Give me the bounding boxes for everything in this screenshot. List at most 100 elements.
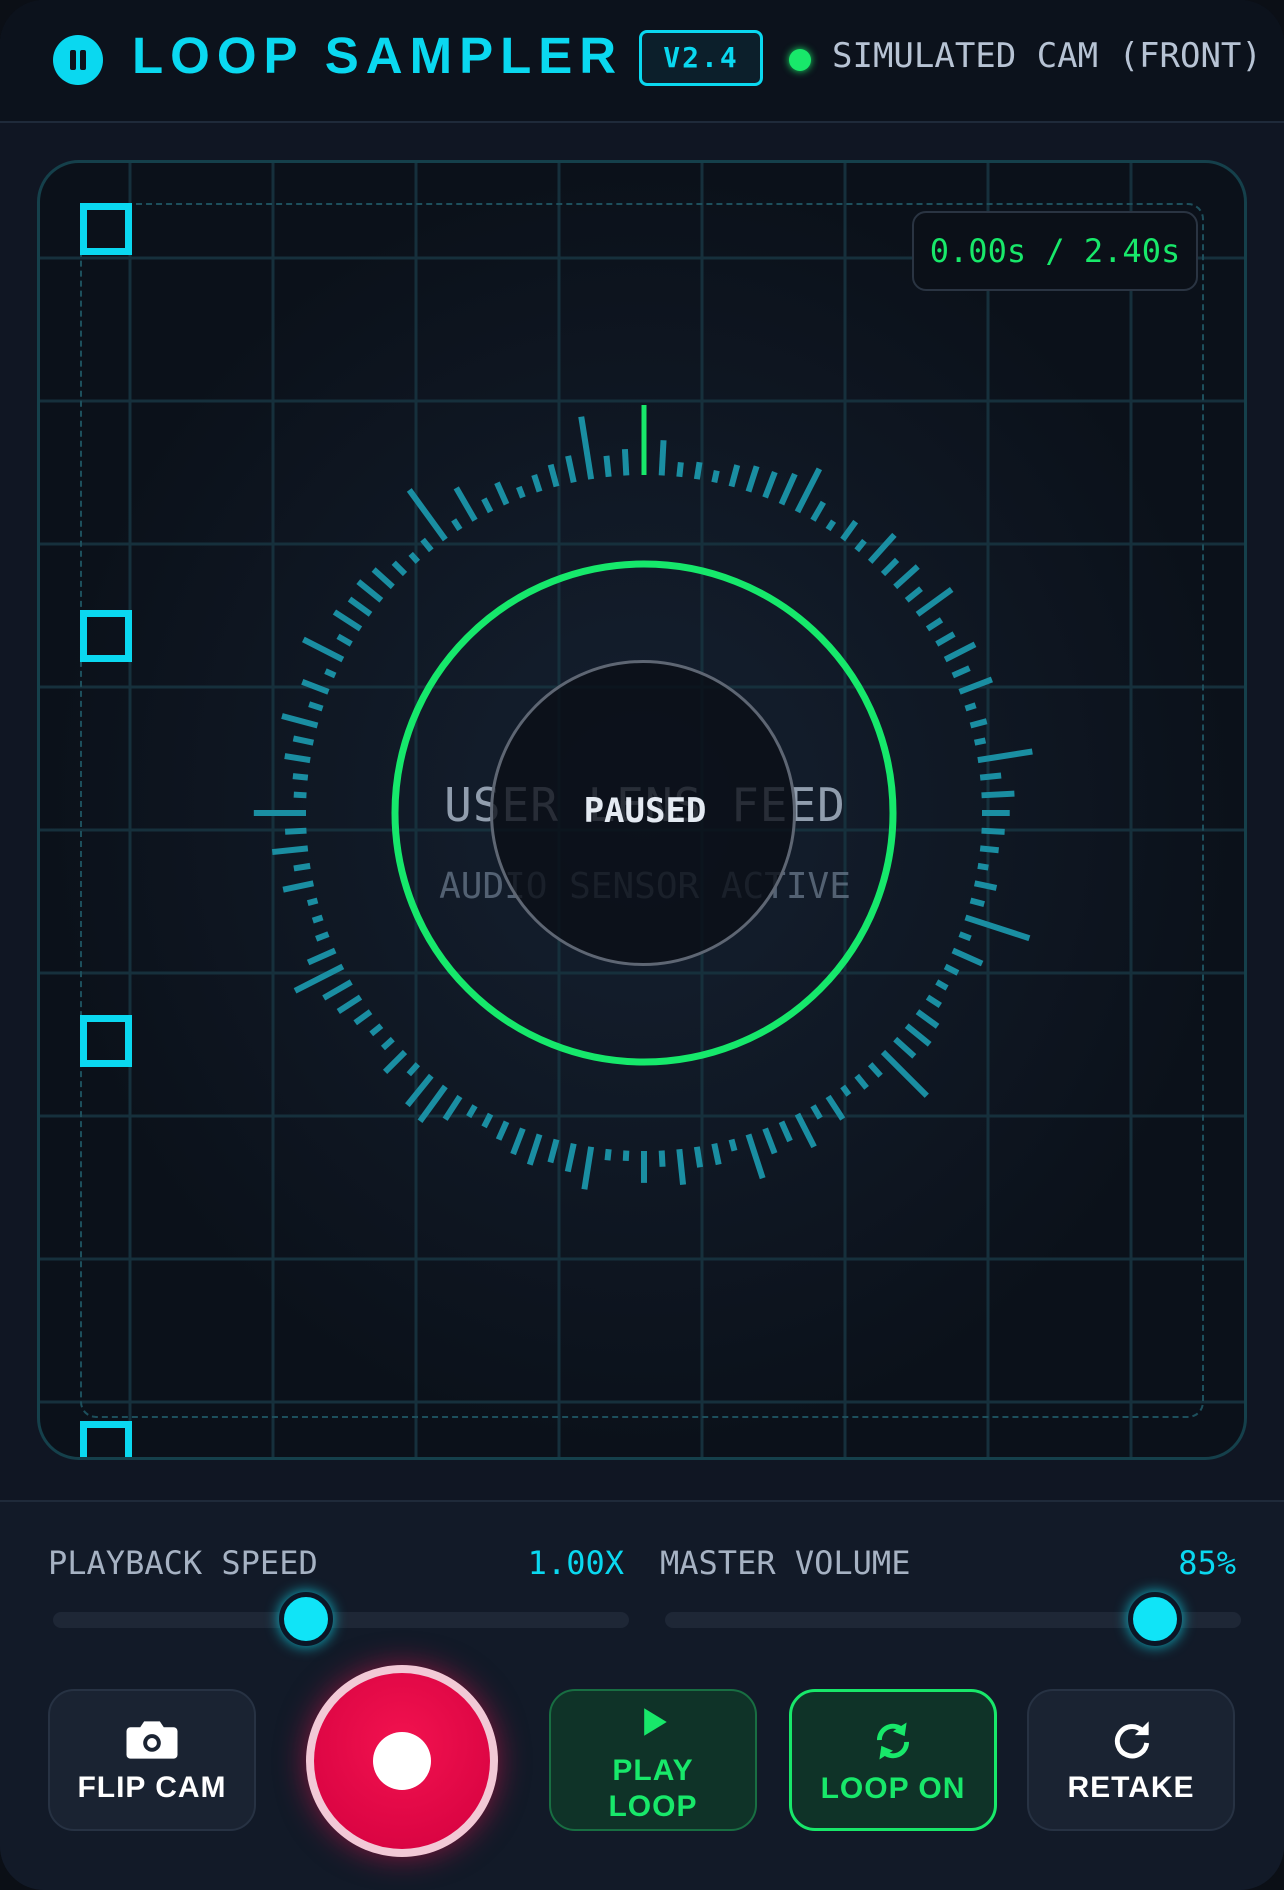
play-icon (644, 1708, 667, 1736)
audio-tick (281, 713, 319, 729)
audio-tick (336, 633, 353, 647)
audio-tick (943, 641, 977, 663)
audio-tick (762, 1127, 778, 1155)
audio-tick (935, 631, 956, 647)
audio-tick (391, 560, 408, 577)
audio-tick (405, 1073, 434, 1108)
audio-tick (531, 474, 543, 493)
play-loop-button[interactable]: PLAY LOOP (549, 1689, 757, 1831)
flip-cam-button[interactable]: FLIP CAM (48, 1689, 256, 1831)
audio-tick (794, 1112, 817, 1149)
play-loop-label: PLAY LOOP (608, 1754, 698, 1823)
audio-tick (494, 481, 510, 506)
audio-tick (578, 416, 595, 480)
audio-tick (915, 1009, 940, 1029)
audio-tick (406, 488, 448, 542)
camera-status-indicator (789, 49, 811, 71)
audio-tick (810, 500, 826, 522)
audio-tick (693, 461, 703, 480)
audio-tick (495, 1120, 510, 1141)
audio-tick (581, 1146, 595, 1190)
audio-tick (728, 1138, 738, 1152)
audio-tick (925, 617, 944, 632)
playback-speed-thumb[interactable] (279, 1592, 334, 1646)
master-volume-value: 85% (1178, 1544, 1236, 1582)
audio-tick (973, 737, 987, 746)
paused-label: PAUSED (583, 791, 707, 831)
audio-tick (510, 1127, 526, 1156)
audio-tick (271, 845, 309, 856)
record-button[interactable] (306, 1665, 498, 1857)
audio-tick (369, 1023, 384, 1037)
audio-tick (676, 461, 684, 478)
audio-tick (745, 465, 760, 493)
audio-tick (353, 1009, 373, 1026)
audio-tick (526, 1133, 543, 1166)
pause-icon[interactable] (53, 35, 103, 85)
audio-tick (964, 702, 977, 712)
loop-toggle-label: LOOP ON (820, 1772, 966, 1805)
audio-tick (622, 1150, 630, 1162)
retake-button[interactable]: RETAKE (1027, 1689, 1235, 1831)
audio-tick (315, 931, 330, 942)
retake-label: RETAKE (1067, 1771, 1195, 1804)
audio-tick (880, 1049, 929, 1098)
master-volume-thumb[interactable] (1127, 1592, 1182, 1646)
audio-tick (382, 1049, 408, 1075)
master-volume-label: MASTER VOLUME (660, 1544, 911, 1582)
audio-tick (603, 455, 612, 478)
audio-tick (604, 1148, 612, 1161)
audio-tick (854, 1073, 869, 1090)
audio-tick (840, 1084, 852, 1097)
audio-tick (810, 1104, 823, 1120)
audio-tick (292, 735, 315, 746)
audio-tick (481, 497, 494, 514)
audio-tick (481, 1112, 494, 1129)
audio-tick (516, 485, 526, 499)
audio-tick (332, 609, 363, 632)
audio-tick (293, 963, 345, 994)
audio-tick (893, 1036, 917, 1059)
audio-tick (308, 701, 324, 712)
audio-tick (951, 947, 984, 967)
audio-tick (658, 1150, 666, 1167)
audio-tick (969, 718, 988, 729)
audio-tick (915, 587, 954, 617)
camera-icon (126, 1721, 178, 1759)
loop-toggle-button[interactable]: LOOP ON (789, 1689, 997, 1831)
audio-tick (893, 564, 920, 590)
audio-tick (904, 1023, 932, 1047)
audio-tick (442, 1094, 463, 1121)
audio-tick (711, 469, 720, 484)
audio-tick (943, 963, 960, 976)
audio-tick (565, 455, 577, 484)
audio-tick (371, 567, 395, 590)
audio-tick (420, 537, 434, 553)
audio-tick (935, 979, 949, 991)
audio-tick (762, 471, 778, 499)
audio-tick (977, 748, 1033, 764)
audio-tick (547, 463, 560, 488)
audio-tick (711, 1142, 722, 1166)
flip-cam-label: FLIP CAM (77, 1771, 227, 1804)
audio-tick (794, 467, 823, 514)
audio-tick (466, 1104, 478, 1119)
audio-tick (958, 931, 972, 942)
refresh-icon (1114, 1721, 1150, 1759)
playback-speed-slider[interactable] (53, 1612, 629, 1628)
audio-tick (854, 538, 867, 553)
audio-tick (451, 518, 463, 532)
control-panel: PLAYBACK SPEED 1.00X MASTER VOLUME 85% F… (0, 1500, 1284, 1890)
audio-tick (676, 1148, 687, 1185)
audio-tick (547, 1138, 560, 1164)
audio-tick (825, 1094, 846, 1121)
audio-tick (693, 1146, 704, 1168)
audio-tick (840, 519, 859, 542)
version-badge: V2.4 (639, 30, 763, 86)
audio-tick (867, 1062, 883, 1078)
audio-tick (925, 994, 942, 1008)
audio-tick (301, 636, 345, 663)
camera-viewport[interactable]: 0.00s / 2.40s USER LENS FEED AUDIO SENSO… (37, 160, 1247, 1460)
app-header: LOOP SAMPLER V2.4 SIMULATED CAM (FRONT) (0, 0, 1284, 123)
audio-tick (347, 596, 373, 617)
